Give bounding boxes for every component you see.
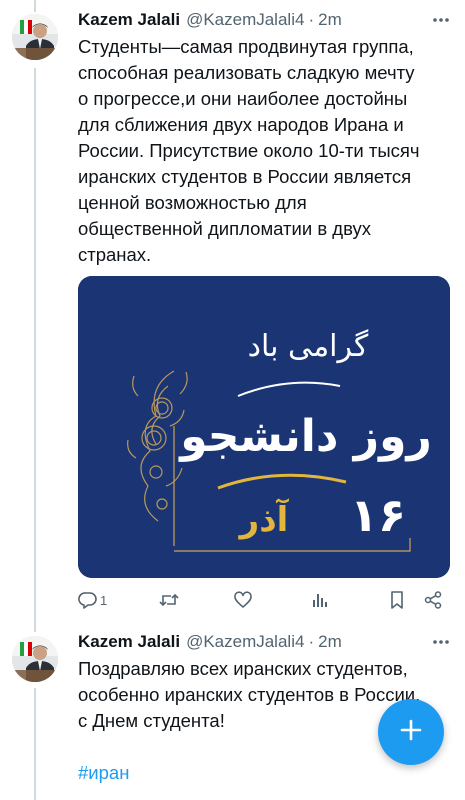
image-text-month: آذر [238,498,290,540]
share-button[interactable] [423,587,443,613]
views-icon [311,590,329,610]
tweet[interactable]: Kazem Jalali @KazemJalali4 · 2m Студенты… [0,0,465,622]
retweet-icon [158,590,180,610]
share-icon [423,590,443,610]
image-text-day: ۱۶ [350,488,406,542]
compose-button[interactable] [378,699,444,765]
image-text-line1: روز دانشجو [178,411,432,462]
tweet-header: Kazem Jalali @KazemJalali4 · 2m [78,630,453,654]
reply-button[interactable]: 1 [78,587,107,613]
timestamp[interactable]: 2m [318,10,342,30]
thread-line [34,0,36,12]
separator-dot: · [308,10,315,29]
tweet-text-line: способная реализовать сладкую мечту [78,62,415,83]
tweet-text-line: Студенты—самая продвинутая группа, [78,36,414,57]
tweet-text-line: странах. [78,244,152,265]
author-name[interactable]: Kazem Jalali [78,632,180,652]
image-text-line2: گرامی باد [248,329,369,364]
tweet-text-line: о прогрессе,и они наиболее достойны [78,88,408,109]
avatar[interactable] [12,14,58,60]
thread-line [34,622,36,632]
thread-line [34,68,36,622]
tweet-text-line: иранских студентов в России является [78,166,412,187]
retweet-button[interactable] [158,587,180,613]
tweet-text: Студенты—самая продвинутая группа, спосо… [78,34,453,268]
author-handle[interactable]: @KazemJalali4 [186,632,304,652]
more-options-icon[interactable] [431,11,451,29]
author-name[interactable]: Kazem Jalali [78,10,180,30]
tweet-media-image[interactable]: گرامی باد روز دانشجو آذر ۱۶ [78,276,450,578]
reply-icon [78,590,98,610]
tweet-actions: 1 [78,587,450,613]
hashtag-link[interactable]: #иран [78,762,129,784]
bookmark-icon [388,590,406,610]
thread-line [34,688,36,800]
tweet-text-line: Поздравляю всех иранских студентов, [78,658,408,679]
heart-icon [233,590,253,610]
author-handle[interactable]: @KazemJalali4 [186,10,304,30]
tweet-text-line: ценной возможностью для [78,192,307,213]
tweet-text-line: общественной дипломатии в двух [78,218,372,239]
tweet-text-line: для сближения двух народов Ирана и [78,114,404,135]
bookmark-button[interactable] [388,587,406,613]
plus-icon [399,718,423,747]
tweet-header: Kazem Jalali @KazemJalali4 · 2m [78,8,453,32]
separator-dot: · [308,632,315,651]
timestamp[interactable]: 2m [318,632,342,652]
avatar[interactable] [12,636,58,682]
like-button[interactable] [233,587,253,613]
tweet-text-line: России. Присутствие около 10-ти тысяч [78,140,420,161]
more-options-icon[interactable] [431,633,451,651]
views-button[interactable] [311,587,329,613]
reply-count: 1 [100,592,108,608]
